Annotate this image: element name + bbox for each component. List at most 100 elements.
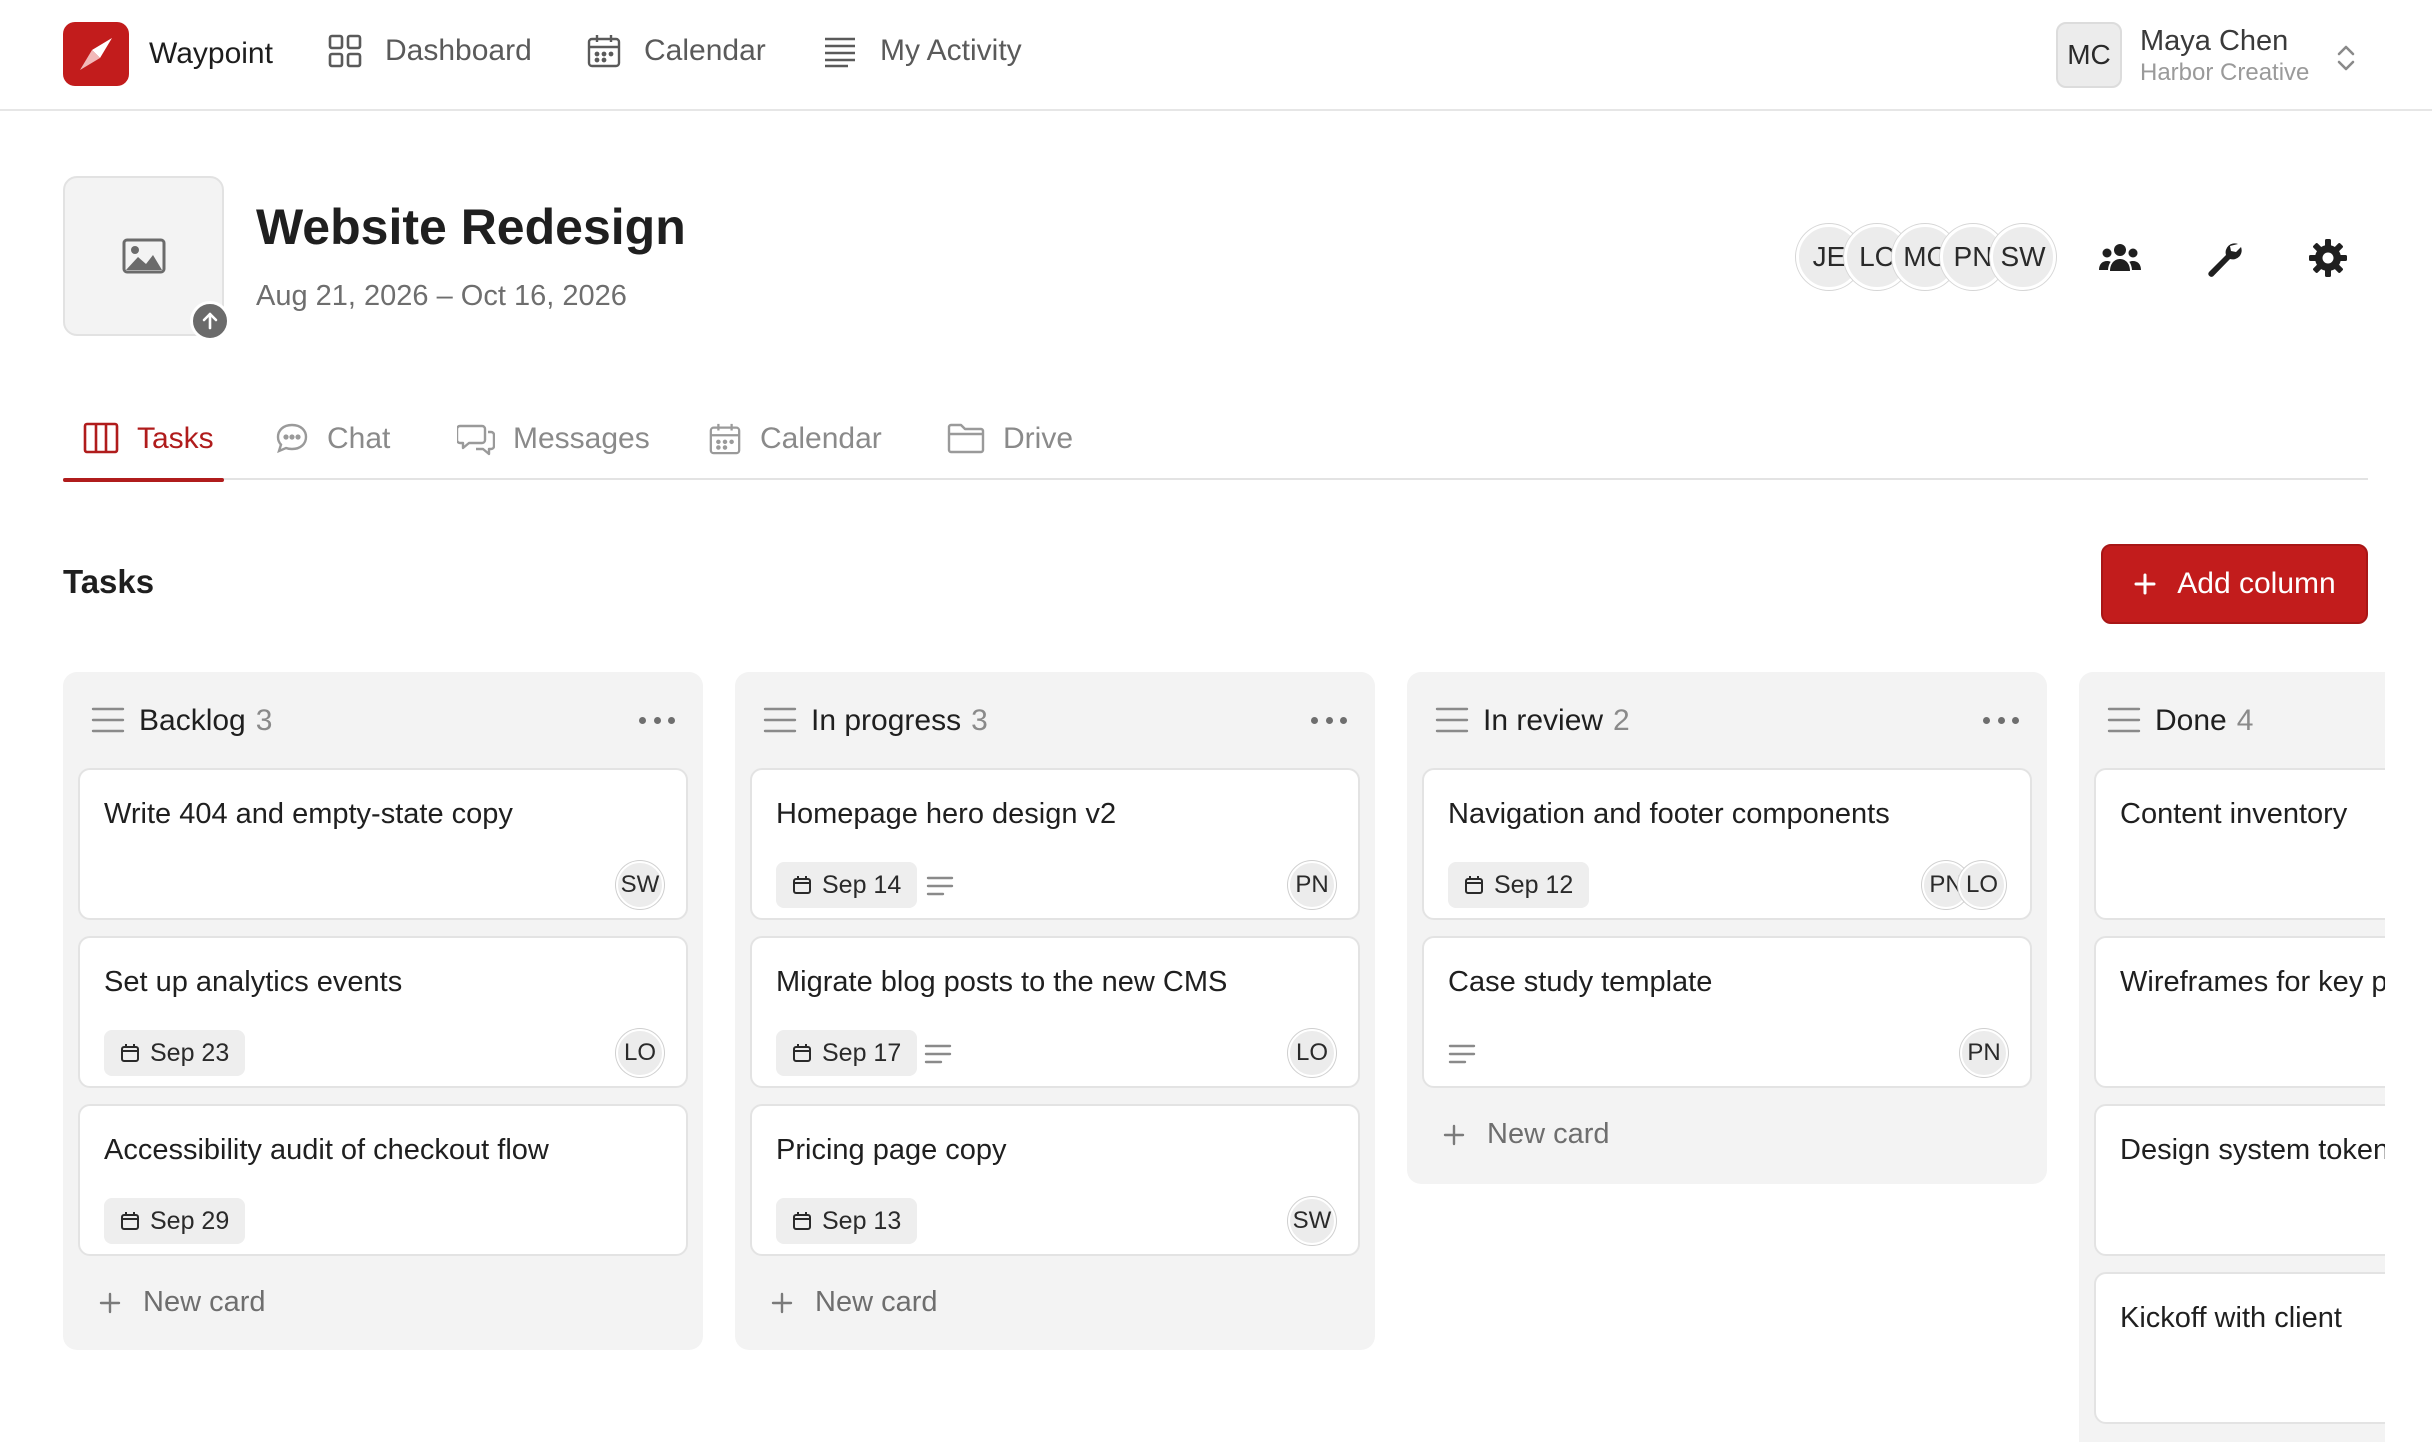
- card-title: Migrate blog posts to the new CMS: [776, 966, 1228, 998]
- calendar-small-icon: [121, 1044, 139, 1062]
- calendar-small-icon: [1465, 876, 1483, 894]
- column-more-icon[interactable]: [639, 708, 675, 732]
- plus-icon: [1443, 1124, 1465, 1145]
- calendar-icon: [587, 35, 621, 68]
- column-header: In progress 3: [735, 672, 1375, 768]
- column-header: Done 4: [2079, 672, 2385, 768]
- board-column: In progress 3 Homepage hero design v2 Sep…: [735, 672, 1375, 1350]
- new-card-button[interactable]: New card: [1443, 1118, 1610, 1151]
- chevron-up-down-icon: [2337, 45, 2355, 71]
- card-title: Wireframes for key pages: [2120, 966, 2385, 998]
- column-header: In review 2: [1407, 672, 2047, 768]
- task-card[interactable]: Accessibility audit of checkout flow Sep…: [78, 1104, 688, 1256]
- card-due-date-text: Sep 17: [822, 1038, 902, 1067]
- upload-image-button[interactable]: [190, 301, 230, 341]
- card-title: Accessibility audit of checkout flow: [104, 1134, 549, 1166]
- tab-chat[interactable]: Chat: [275, 412, 390, 480]
- task-card[interactable]: Write 404 and empty-state copy SW: [78, 768, 688, 920]
- card-due-date-text: Sep 13: [822, 1206, 902, 1235]
- card-due-date: Sep 29: [104, 1198, 246, 1244]
- add-column-label: Add column: [2177, 567, 2336, 600]
- drag-handle-icon[interactable]: [763, 706, 797, 734]
- description-lines-icon: [924, 1044, 952, 1064]
- dashboard-grid-icon: [328, 34, 362, 68]
- activity-list-icon: [825, 37, 855, 68]
- drag-handle-icon[interactable]: [91, 706, 125, 734]
- card-due-date: Sep 12: [1448, 862, 1590, 908]
- column-title: In review: [1483, 704, 1604, 737]
- calendar-small-icon: [121, 1212, 139, 1230]
- column-card-count: 3: [255, 704, 273, 737]
- task-card[interactable]: Wireframes for key pages: [2094, 936, 2385, 1088]
- add-column-button[interactable]: Add column: [2101, 544, 2368, 624]
- task-card[interactable]: Content inventory: [2094, 768, 2385, 920]
- drag-handle-icon[interactable]: [1435, 706, 1469, 734]
- column-more-icon[interactable]: [1983, 708, 2019, 732]
- account-switcher[interactable]: MC Maya Chen Harbor Creative: [2056, 22, 2355, 88]
- tab-calendar-label: Calendar: [760, 422, 882, 455]
- assignee-avatar: SW: [1288, 1197, 1336, 1245]
- calendar-small-icon: [793, 876, 811, 894]
- brand-home-link[interactable]: Waypoint: [63, 22, 273, 86]
- card-due-date: Sep 17: [776, 1030, 918, 1076]
- wrench-icon: [2208, 243, 2242, 277]
- nav-my-activity[interactable]: My Activity: [822, 33, 1022, 69]
- column-title: Done: [2155, 704, 2227, 737]
- arrow-up-icon: [202, 312, 218, 330]
- nav-calendar[interactable]: Calendar: [586, 33, 766, 69]
- column-title: Backlog: [139, 704, 246, 737]
- description-lines-icon: [1448, 1044, 1476, 1064]
- team-icon: [2099, 244, 2141, 271]
- card-due-date-text: Sep 12: [1494, 870, 1574, 899]
- project-members[interactable]: JE LC MC PN SW: [1796, 224, 2060, 290]
- task-card[interactable]: Homepage hero design v2 Sep 14 PN: [750, 768, 1360, 920]
- tab-tasks[interactable]: Tasks: [63, 412, 224, 482]
- project-date-range: Aug 21, 2026 – Oct 16, 2026: [256, 280, 627, 312]
- team-button[interactable]: [2094, 232, 2146, 284]
- messages-icon: [457, 424, 495, 456]
- brand-name: Waypoint: [149, 37, 273, 70]
- nav-dashboard[interactable]: Dashboard: [327, 33, 532, 69]
- settings-button[interactable]: [2302, 232, 2354, 284]
- calendar-small-icon: [793, 1044, 811, 1062]
- task-card[interactable]: Navigation and footer components Sep 12 …: [1422, 768, 2032, 920]
- tab-messages-label: Messages: [513, 422, 650, 455]
- kanban-columns-icon: [83, 422, 119, 454]
- calendar-icon: [709, 423, 741, 455]
- compass-logo-icon: [63, 22, 129, 86]
- card-title: Design system tokens: [2120, 1134, 2385, 1166]
- account-name: Maya Chen: [2140, 25, 2289, 57]
- description-lines-icon: [926, 876, 954, 896]
- plus-icon: [771, 1292, 793, 1313]
- drag-handle-icon[interactable]: [2107, 706, 2141, 734]
- kanban-board: Backlog 3 Write 404 and empty-state copy …: [63, 672, 2385, 1442]
- new-card-button[interactable]: New card: [99, 1286, 266, 1319]
- tab-messages[interactable]: Messages: [457, 412, 650, 480]
- task-card[interactable]: Migrate blog posts to the new CMS Sep 17…: [750, 936, 1360, 1088]
- calendar-small-icon: [793, 1212, 811, 1230]
- column-card-count: 4: [2236, 704, 2254, 737]
- tab-drive[interactable]: Drive: [947, 412, 1073, 480]
- new-card-button[interactable]: New card: [771, 1286, 938, 1319]
- task-card[interactable]: Pricing page copy Sep 13 SW: [750, 1104, 1360, 1256]
- card-title: Homepage hero design v2: [776, 798, 1117, 830]
- account-avatar: MC: [2056, 22, 2122, 88]
- task-card[interactable]: Kickoff with client: [2094, 1272, 2385, 1424]
- column-more-icon[interactable]: [1311, 708, 1347, 732]
- task-card[interactable]: Set up analytics events Sep 23 LO: [78, 936, 688, 1088]
- card-title: Set up analytics events: [104, 966, 403, 998]
- board-column: Done 4 Content inventory Wireframes for k…: [2079, 672, 2385, 1442]
- card-title: Case study template: [1448, 966, 1713, 998]
- card-due-date-text: Sep 23: [150, 1038, 230, 1067]
- nav-my-activity-label: My Activity: [880, 34, 1022, 67]
- new-card-label: New card: [815, 1286, 938, 1318]
- chat-bubble-icon: [276, 423, 308, 454]
- card-title: Pricing page copy: [776, 1134, 1007, 1166]
- plus-icon: [99, 1292, 121, 1313]
- task-card[interactable]: Case study template PN: [1422, 936, 2032, 1088]
- tab-calendar[interactable]: Calendar: [708, 412, 882, 480]
- task-card[interactable]: Design system tokens: [2094, 1104, 2385, 1256]
- column-header: Backlog 3: [63, 672, 703, 768]
- tools-button[interactable]: [2198, 232, 2250, 284]
- card-title: Navigation and footer components: [1448, 798, 1890, 830]
